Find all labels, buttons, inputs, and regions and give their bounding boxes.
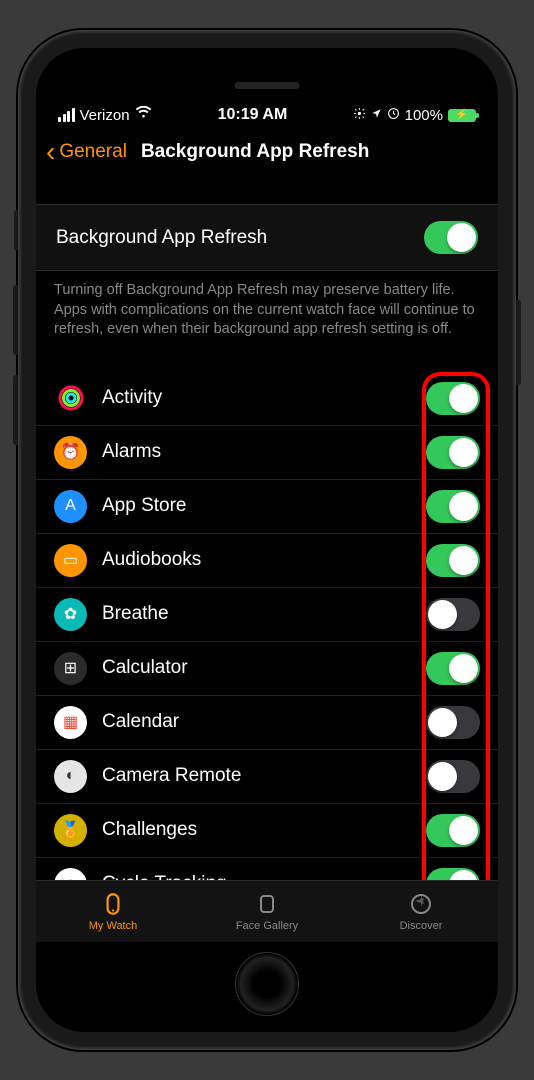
battery-pct-label: 100% bbox=[405, 107, 443, 124]
app-toggle-calendar[interactable] bbox=[426, 706, 480, 739]
app-row-alarms: ⏰ Alarms bbox=[36, 426, 498, 480]
screen: Verizon 10:19 AM 100% ⚡ ‹ bbox=[36, 48, 498, 1032]
app-label: Breathe bbox=[102, 603, 411, 625]
challenges-icon: 🏅 bbox=[54, 814, 87, 847]
tab-my-watch[interactable]: My Watch bbox=[36, 881, 190, 942]
alarms-icon: ⏰ bbox=[54, 436, 87, 469]
page-title: Background App Refresh bbox=[141, 141, 369, 163]
master-toggle-row: Background App Refresh bbox=[36, 204, 498, 271]
app-toggle-audiobooks[interactable] bbox=[426, 544, 480, 577]
master-toggle[interactable] bbox=[424, 221, 478, 254]
app-row-audiobooks: ▭ Audiobooks bbox=[36, 534, 498, 588]
app-row-calculator: ⊞ Calculator bbox=[36, 642, 498, 696]
camera-remote-icon: ◐ bbox=[54, 760, 87, 793]
wifi-icon bbox=[135, 106, 152, 124]
breathe-icon: ✿ bbox=[54, 598, 87, 631]
status-bar: Verizon 10:19 AM 100% ⚡ bbox=[36, 48, 498, 130]
app-toggle-challenges[interactable] bbox=[426, 814, 480, 847]
app-row-breathe: ✿ Breathe bbox=[36, 588, 498, 642]
app-row-challenges: 🏅 Challenges bbox=[36, 804, 498, 858]
app-row-calendar: ▦ Calendar bbox=[36, 696, 498, 750]
apps-list: Activity ⏰ Alarms A App Store ▭ Audiobooks ✿ Bre… bbox=[36, 372, 498, 880]
carrier-label: Verizon bbox=[80, 107, 130, 124]
app-toggle-cycle-tracking[interactable] bbox=[426, 868, 480, 880]
battery-icon: ⚡ bbox=[448, 109, 476, 122]
app-label: Cycle Tracking bbox=[102, 873, 411, 880]
app-toggle-calculator[interactable] bbox=[426, 652, 480, 685]
app-store-icon: A bbox=[54, 490, 87, 523]
app-label: Alarms bbox=[102, 441, 411, 463]
tab-icon bbox=[100, 891, 126, 917]
tab-bar: My Watch Face Gallery Discover bbox=[36, 880, 498, 942]
tab-label: My Watch bbox=[89, 920, 138, 932]
tab-label: Face Gallery bbox=[236, 920, 298, 932]
nav-bar: ‹ General Background App Refresh bbox=[36, 130, 498, 180]
home-button[interactable] bbox=[235, 952, 299, 1016]
tab-discover[interactable]: Discover bbox=[344, 881, 498, 942]
signal-icon bbox=[58, 108, 75, 122]
app-row-cycle-tracking: ◌ Cycle Tracking bbox=[36, 858, 498, 880]
app-row-camera-remote: ◐ Camera Remote bbox=[36, 750, 498, 804]
tab-icon bbox=[255, 891, 279, 917]
app-toggle-activity[interactable] bbox=[426, 382, 480, 415]
app-toggle-camera-remote[interactable] bbox=[426, 760, 480, 793]
app-toggle-app-store[interactable] bbox=[426, 490, 480, 523]
calendar-icon: ▦ bbox=[54, 706, 87, 739]
app-toggle-alarms[interactable] bbox=[426, 436, 480, 469]
app-label: Calendar bbox=[102, 711, 411, 733]
phone-frame: Verizon 10:19 AM 100% ⚡ ‹ bbox=[18, 30, 516, 1050]
content-scroll[interactable]: Background App Refresh Turning off Backg… bbox=[36, 180, 498, 880]
app-label: Camera Remote bbox=[102, 765, 411, 787]
clock-label: 10:19 AM bbox=[218, 106, 288, 124]
tab-face-gallery[interactable]: Face Gallery bbox=[190, 881, 344, 942]
app-row-activity: Activity bbox=[36, 372, 498, 426]
app-row-app-store: A App Store bbox=[36, 480, 498, 534]
app-toggle-breathe[interactable] bbox=[426, 598, 480, 631]
app-label: App Store bbox=[102, 495, 411, 517]
back-button[interactable]: General bbox=[59, 141, 127, 163]
calculator-icon: ⊞ bbox=[54, 652, 87, 685]
app-label: Activity bbox=[102, 387, 411, 409]
master-toggle-label: Background App Refresh bbox=[56, 227, 267, 249]
cycle-tracking-icon: ◌ bbox=[54, 868, 87, 880]
back-chevron-icon[interactable]: ‹ bbox=[46, 138, 55, 166]
status-icons bbox=[353, 107, 399, 123]
app-label: Audiobooks bbox=[102, 549, 411, 571]
activity-icon bbox=[54, 382, 87, 415]
audiobooks-icon: ▭ bbox=[54, 544, 87, 577]
app-label: Calculator bbox=[102, 657, 411, 679]
app-label: Challenges bbox=[102, 819, 411, 841]
tab-label: Discover bbox=[400, 920, 443, 932]
description-text: Turning off Background App Refresh may p… bbox=[36, 271, 498, 348]
tab-icon bbox=[409, 891, 433, 917]
